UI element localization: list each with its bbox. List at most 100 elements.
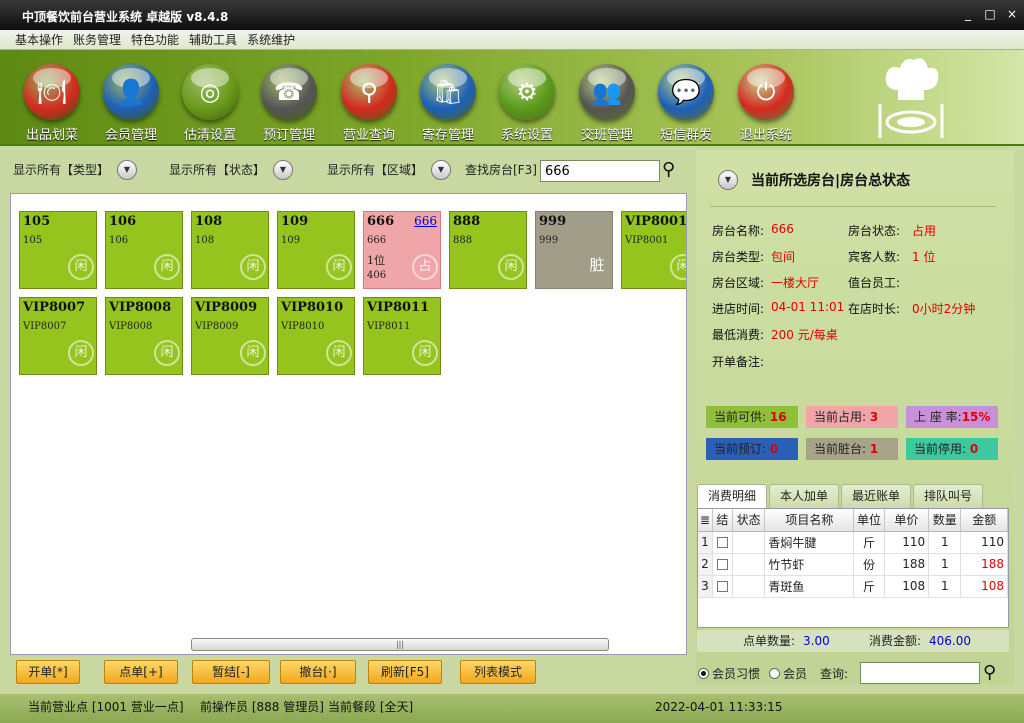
- col-status: 状态: [732, 509, 766, 532]
- table-card-vip8010[interactable]: VIP8010 VIP8010 闲: [277, 297, 355, 375]
- stat-disabled: 当前停用: 0: [906, 438, 998, 460]
- close-button[interactable]: ×: [1004, 6, 1020, 22]
- menu-system[interactable]: 系统维护: [242, 30, 300, 50]
- tab-queue[interactable]: 排队叫号: [913, 484, 984, 508]
- staff-label: 值台员工:: [848, 276, 901, 290]
- clear-table-button[interactable]: 撤台[·]: [280, 660, 356, 684]
- filter-type-dropdown[interactable]: ▼: [117, 160, 137, 180]
- tab-my-orders[interactable]: 本人加单: [769, 484, 840, 508]
- tab-consumption-detail[interactable]: 消费明细: [697, 484, 768, 509]
- settle-checkbox[interactable]: [716, 559, 728, 570]
- tool-handover[interactable]: 👥 交班管理: [568, 56, 646, 143]
- panel-title: 当前所选房台|房台总状态: [751, 173, 911, 189]
- free-status-icon: 闲: [326, 254, 352, 280]
- stat-booked: 当前预订: 0: [706, 438, 798, 460]
- tool-sms[interactable]: 💬 短信群发: [647, 56, 725, 143]
- power-icon: ⏻: [738, 64, 794, 120]
- query-input[interactable]: [860, 662, 980, 684]
- menu-accounts[interactable]: 账务管理: [68, 30, 126, 50]
- room-status-value: 占用: [912, 224, 937, 238]
- free-status-icon: 闲: [240, 254, 266, 280]
- member-icon: 👤: [103, 64, 159, 120]
- phone-icon: ☎: [261, 64, 317, 120]
- tool-exit[interactable]: ⏻ 退出系统: [727, 56, 805, 143]
- min-consumption-label: 最低消费:: [712, 328, 765, 342]
- handover-icon: 👥: [579, 64, 635, 120]
- free-status-icon: 闲: [670, 254, 686, 280]
- room-type-label: 房台类型:: [712, 250, 765, 264]
- list-mode-button[interactable]: 列表模式: [460, 660, 536, 684]
- table-card-109[interactable]: 109 109 闲: [277, 211, 355, 289]
- note-label: 开单备注:: [712, 355, 765, 369]
- table-row[interactable]: 2 竹节虾份 188 1 188: [698, 553, 1008, 576]
- free-status-icon: 闲: [498, 254, 524, 280]
- free-status-icon: 闲: [68, 340, 94, 366]
- table-card-vip8008[interactable]: VIP8008 VIP8008 闲: [105, 297, 183, 375]
- settle-checkbox[interactable]: [716, 537, 728, 548]
- stat-occupied: 当前占用: 3: [806, 406, 898, 428]
- dish-cover-icon: 🍽: [24, 64, 80, 120]
- query-search-icon[interactable]: ⚲: [983, 663, 996, 683]
- search-table-input[interactable]: [540, 160, 660, 182]
- settle-checkbox[interactable]: [716, 581, 728, 592]
- tab-recent-bills[interactable]: 最近账单: [841, 484, 912, 508]
- panel-collapse-icon[interactable]: ▼: [718, 170, 738, 190]
- table-card-105[interactable]: 105 105 闲: [19, 211, 97, 289]
- free-status-icon: 闲: [412, 340, 438, 366]
- table-card-vip8009[interactable]: VIP8009 VIP8009 闲: [191, 297, 269, 375]
- tool-member[interactable]: 👤 会员管理: [92, 56, 170, 143]
- maximize-button[interactable]: □: [982, 6, 998, 22]
- member-habit-label: 会员习惯: [712, 667, 761, 681]
- status-datetime: 2022-04-01 11:33:15: [655, 700, 783, 714]
- partial-settle-button[interactable]: 暂结[-]: [192, 660, 270, 684]
- table-card-999[interactable]: 999 999 脏: [535, 211, 613, 289]
- order-button[interactable]: 点单[+]: [104, 660, 178, 684]
- table-card-vip8011[interactable]: VIP8011 VIP8011 闲: [363, 297, 441, 375]
- dirty-status-icon: 脏: [589, 256, 605, 274]
- tool-estimate[interactable]: ◎ 估清设置: [171, 56, 249, 143]
- table-row[interactable]: 3 青斑鱼斤 108 1 108: [698, 575, 1008, 598]
- member-habit-radio[interactable]: [698, 668, 709, 679]
- tool-serve[interactable]: 🍽 出品划菜: [13, 56, 91, 143]
- tool-storage[interactable]: 🛍 寄存管理: [409, 56, 487, 143]
- open-bill-button[interactable]: 开单[*]: [16, 660, 80, 684]
- grid-menu-icon[interactable]: ≣: [698, 509, 713, 532]
- menu-features[interactable]: 特色功能: [126, 30, 184, 50]
- title-bar: 中顶餐饮前台营业系统 卓越版 v8.4.8 _ □ ×: [0, 0, 1024, 30]
- search-icon[interactable]: ⚲: [662, 160, 675, 180]
- menu-tools[interactable]: 辅助工具: [184, 30, 242, 50]
- filter-status-dropdown[interactable]: ▼: [273, 160, 293, 180]
- table-row[interactable]: 1 香焖牛腱斤 110 1 110: [698, 531, 1008, 554]
- table-card-888[interactable]: 888 888 闲: [449, 211, 527, 289]
- room-name-value: 666: [771, 222, 794, 236]
- table-card-106[interactable]: 106 106 闲: [105, 211, 183, 289]
- horizontal-scrollbar[interactable]: |||: [191, 638, 609, 651]
- room-type-value: 包间: [771, 250, 796, 264]
- tool-query[interactable]: ⚲ 营业查询: [330, 56, 408, 143]
- free-status-icon: 闲: [154, 340, 180, 366]
- minimize-button[interactable]: _: [960, 6, 976, 22]
- menu-basic[interactable]: 基本操作: [10, 30, 68, 50]
- refresh-button[interactable]: 刷新[F5]: [368, 660, 442, 684]
- room-name-label: 房台名称:: [712, 224, 765, 238]
- divider: [710, 206, 996, 207]
- sms-icon: 💬: [658, 64, 714, 120]
- status-operator: 前操作员 [888 管理员]: [200, 700, 324, 714]
- bag-icon: 🛍: [420, 64, 476, 120]
- status-bar: 当前营业点 [1001 营业一点] 前操作员 [888 管理员] 当前餐段 [全…: [0, 694, 1024, 723]
- guests-value: 1 位: [912, 250, 936, 264]
- table-grid: 105 105 闲 106 106 闲 108 108 闲 109 109 闲 666 666 66…: [10, 193, 687, 655]
- chef-logo-icon: [878, 58, 944, 138]
- member-radio[interactable]: [769, 668, 780, 679]
- table-card-vip8001[interactable]: VIP8001VIP8001闲: [621, 211, 686, 289]
- guests-label: 宾客人数:: [848, 250, 901, 264]
- col-item-name: 项目名称: [764, 509, 855, 532]
- table-card-vip8007[interactable]: VIP8007 VIP8007 闲: [19, 297, 97, 375]
- tool-settings[interactable]: ⚙ 系统设置: [488, 56, 566, 143]
- checkin-value: 04-01 11:01: [771, 300, 845, 314]
- table-card-108[interactable]: 108 108 闲: [191, 211, 269, 289]
- table-card-666[interactable]: 666 666 666 1位 406 占: [363, 211, 441, 289]
- filter-area-dropdown[interactable]: ▼: [431, 160, 451, 180]
- tool-booking[interactable]: ☎ 预订管理: [250, 56, 328, 143]
- table-666-link[interactable]: 666: [414, 214, 437, 228]
